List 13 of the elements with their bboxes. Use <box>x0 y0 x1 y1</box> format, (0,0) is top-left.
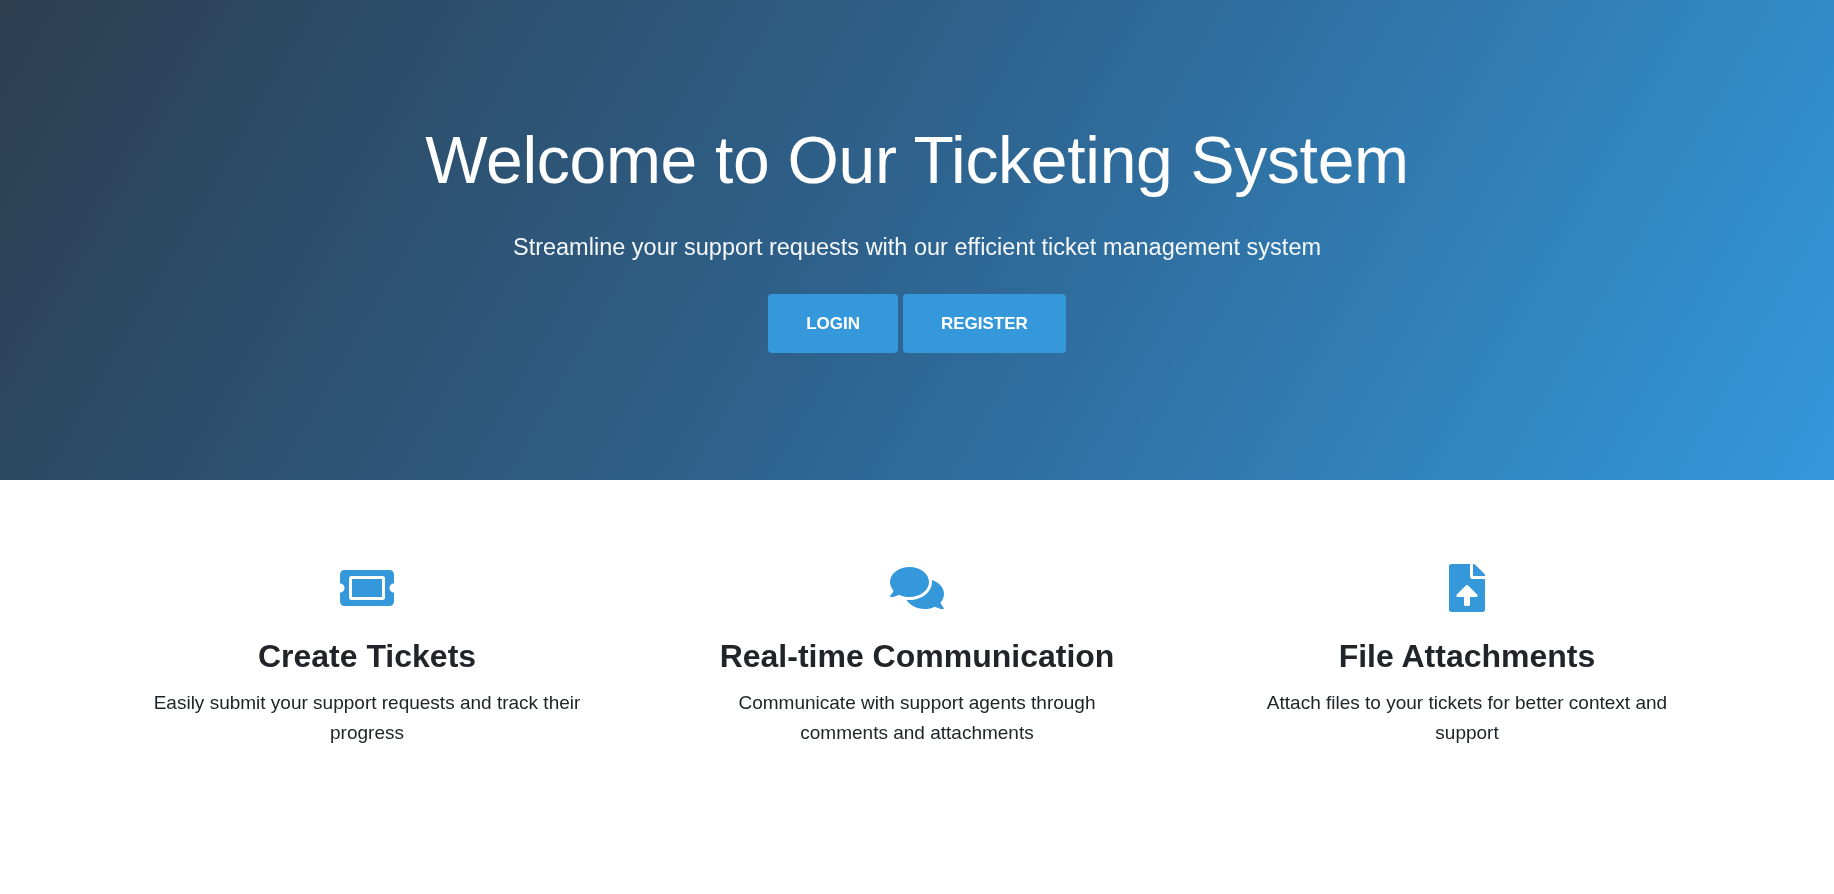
ticket-icon <box>340 570 394 606</box>
feature-description: Attach files to your tickets for better context and support <box>1265 691 1669 745</box>
hero-subtitle: Streamline your support requests with our efficient ticket management system <box>512 233 1322 262</box>
feature-description: Easily submit your support requests and track their progress <box>152 691 582 745</box>
feature-title: Create Tickets <box>257 637 477 675</box>
feature-title: Real-time Communication <box>719 637 1115 675</box>
login-button[interactable]: LOGIN <box>768 294 898 353</box>
register-button[interactable]: REGISTER <box>902 294 1066 353</box>
speech-bubbles-icon <box>890 567 944 609</box>
file-upload-icon <box>1449 564 1485 612</box>
feature-title: File Attachments <box>1338 637 1596 675</box>
feature-description: Communicate with support agents through comments and attachments <box>737 691 1097 745</box>
hero-title: Welcome to Our Ticketing System <box>425 122 1409 199</box>
